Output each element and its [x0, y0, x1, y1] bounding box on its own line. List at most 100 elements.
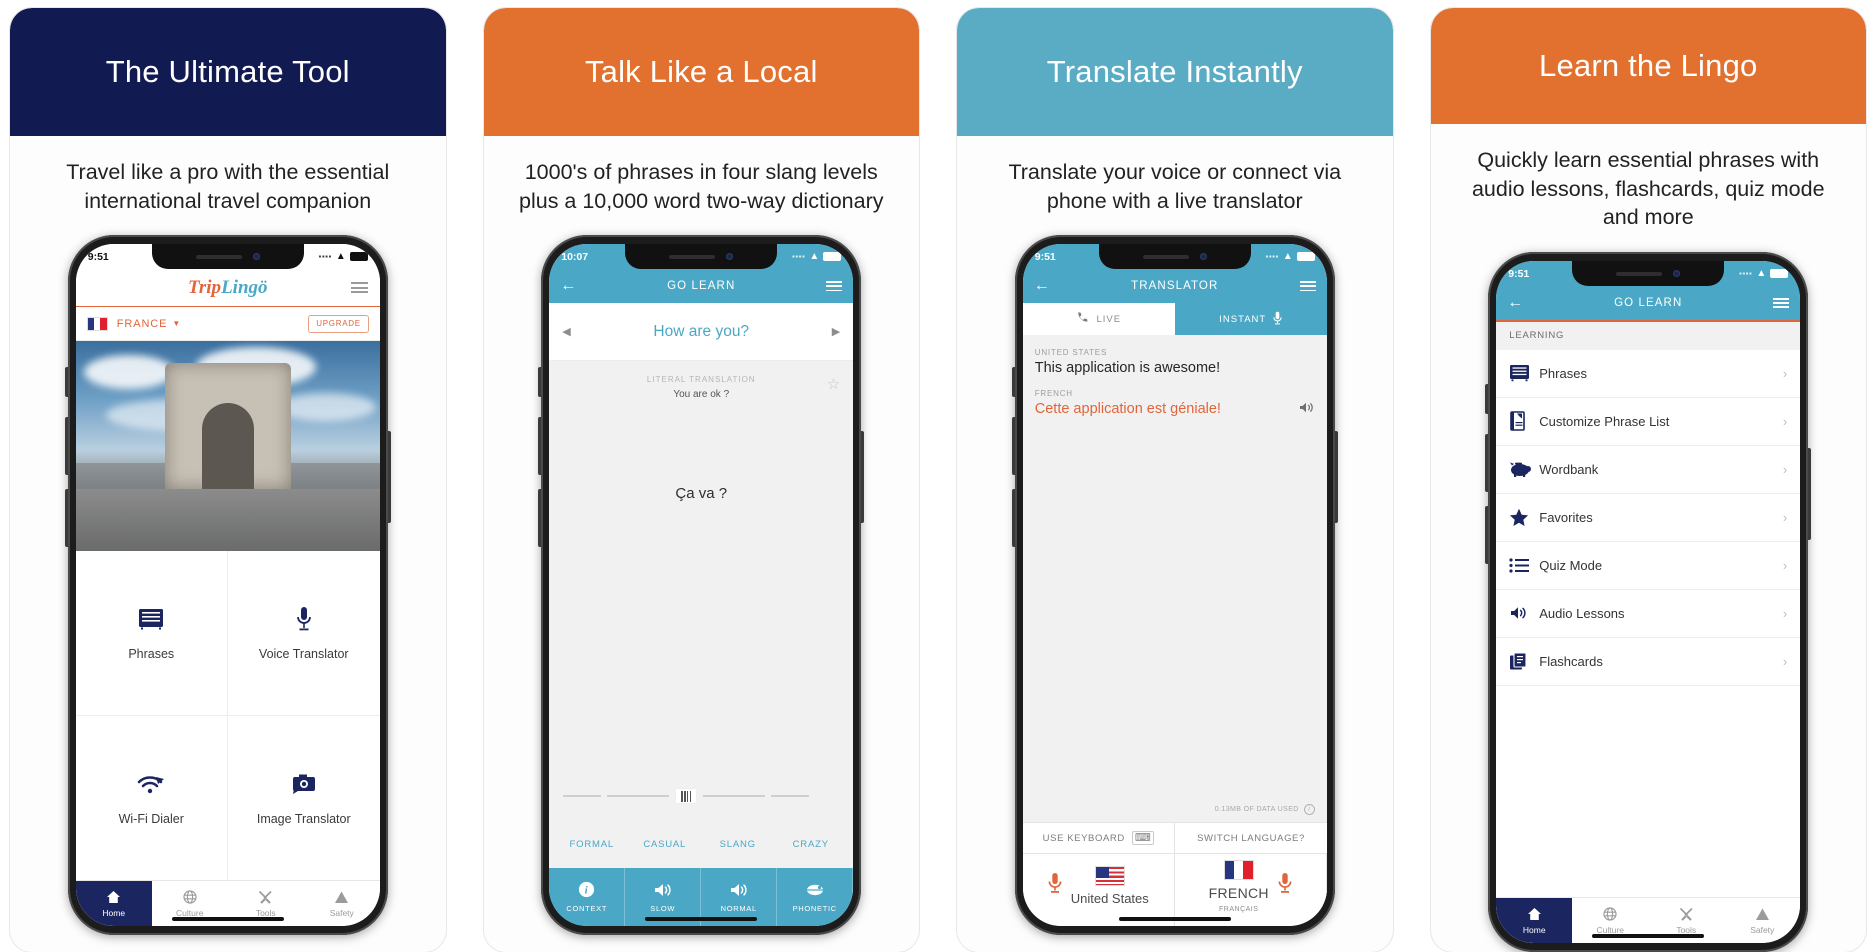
- app-screenshot-card-2: Talk Like a Local 1000's of phrases in f…: [483, 8, 919, 952]
- tab-label: LIVE: [1096, 313, 1122, 325]
- menu-item-label: Phrases: [1539, 365, 1587, 381]
- menu-item-flashcards[interactable]: Flashcards ›: [1496, 638, 1801, 686]
- signal-icon: ▪▪▪▪: [1265, 252, 1279, 262]
- translation-area: Ça va ? FORMAL CASUAL SLANG CRAZY: [549, 413, 854, 869]
- tile-label: Phrases: [128, 646, 175, 661]
- card-banner-3: Translate Instantly: [957, 8, 1393, 136]
- slider-thumb[interactable]: [675, 788, 698, 805]
- microphone-icon[interactable]: [1278, 872, 1292, 900]
- phrase-text: How are you?: [653, 322, 750, 340]
- phone-notch: [1098, 244, 1251, 270]
- card-banner-title: The Ultimate Tool: [105, 54, 350, 89]
- card-subtitle: 1000's of phrases in four slang levels p…: [519, 160, 884, 213]
- home-indicator: [1592, 934, 1705, 938]
- right-language-cell[interactable]: FRENCH FRANÇAIS: [1175, 854, 1327, 927]
- slider-label-formal[interactable]: FORMAL: [555, 839, 628, 850]
- menu-item-phrases[interactable]: Phrases ›: [1496, 350, 1801, 398]
- chevron-right-icon: ›: [1782, 557, 1788, 573]
- hamburger-menu-icon[interactable]: [826, 280, 843, 292]
- france-flag-icon: [1223, 859, 1254, 880]
- menu-item-customize-phrase-list[interactable]: Customize Phrase List ›: [1496, 398, 1801, 446]
- chevron-right-icon: ›: [1782, 509, 1788, 525]
- menu-item-label: Wordbank: [1539, 461, 1599, 477]
- target-text: Cette application est géniale!: [1034, 401, 1221, 418]
- slang-level-slider[interactable]: [549, 788, 853, 805]
- slider-label-slang[interactable]: SLANG: [701, 839, 774, 850]
- slider-label-casual[interactable]: CASUAL: [628, 839, 701, 850]
- speaker-icon: [729, 881, 749, 898]
- conversation-panel: UNITED STATES This application is awesom…: [1022, 335, 1327, 823]
- card-subtitle: Travel like a pro with the essential int…: [66, 160, 390, 213]
- tools-icon: [1679, 907, 1694, 922]
- phone-notch: [625, 244, 778, 270]
- bottom-tab-bar: Home Culture Tools Safety: [1496, 897, 1801, 943]
- chevron-right-icon: ›: [1782, 413, 1788, 429]
- nav-bar: ← GO LEARN: [1496, 286, 1801, 320]
- literal-translation-label: LITERAL TRANSLATION: [646, 374, 756, 384]
- card-banner-1: The Ultimate Tool: [10, 8, 446, 136]
- svg-text:i: i: [585, 885, 589, 897]
- tab-label: Culture: [1596, 924, 1624, 935]
- tile-image-translator[interactable]: Image Translator: [228, 716, 380, 881]
- phrases-icon: [138, 605, 164, 633]
- phone-notch: [151, 244, 304, 270]
- star-icon[interactable]: ☆: [827, 375, 840, 393]
- phone-icon: [1076, 311, 1089, 327]
- tab-live[interactable]: LIVE: [1022, 303, 1175, 336]
- microphone-icon: [296, 605, 312, 633]
- speaker-icon[interactable]: [1299, 401, 1315, 417]
- switch-language-button[interactable]: SWITCH LANGUAGE?: [1175, 823, 1327, 853]
- info-icon[interactable]: i: [1303, 804, 1315, 816]
- tab-safety[interactable]: Safety: [1724, 898, 1800, 943]
- right-language-native-name: FRANÇAIS: [1219, 905, 1259, 913]
- tab-safety[interactable]: Safety: [304, 881, 380, 926]
- upgrade-button[interactable]: UPGRADE: [308, 314, 369, 333]
- warning-icon: [1755, 907, 1770, 922]
- source-language-label: UNITED STATES: [1034, 348, 1108, 358]
- action-context[interactable]: i CONTEXT: [549, 868, 626, 927]
- country-selector-row[interactable]: FRANCE ▼ UPGRADE: [75, 307, 380, 342]
- action-phonetic[interactable]: PHONETIC: [777, 868, 854, 927]
- hamburger-menu-icon[interactable]: [1299, 280, 1316, 292]
- home-indicator: [171, 917, 284, 922]
- card-banner-title: Talk Like a Local: [584, 54, 818, 89]
- wifi-icon: ▲: [1282, 251, 1293, 263]
- tab-instant[interactable]: INSTANT: [1175, 303, 1327, 335]
- menu-item-favorites[interactable]: Favorites ›: [1496, 494, 1801, 542]
- chevron-right-icon: ›: [1782, 365, 1788, 381]
- slang-level-labels: FORMAL CASUAL SLANG CRAZY: [549, 839, 853, 850]
- status-time: 10:07: [561, 250, 589, 263]
- app-screenshot-card-1: The Ultimate Tool Travel like a pro with…: [10, 8, 446, 952]
- microphone-icon[interactable]: [1048, 872, 1062, 900]
- tile-phrases[interactable]: Phrases: [75, 551, 228, 716]
- tile-label: Wi-Fi Dialer: [118, 811, 184, 826]
- left-language-cell[interactable]: United States: [1023, 854, 1175, 927]
- tile-wifi-dialer[interactable]: Wi-Fi Dialer: [76, 715, 228, 881]
- previous-phrase-icon[interactable]: ◀: [562, 325, 570, 338]
- flashcards-icon: [1509, 651, 1539, 671]
- menu-item-quiz-mode[interactable]: Quiz Mode ›: [1496, 542, 1801, 590]
- slider-label-crazy[interactable]: CRAZY: [774, 839, 847, 850]
- keyboard-icon: ⌨: [1131, 831, 1155, 846]
- menu-item-audio-lessons[interactable]: Audio Lessons ›: [1496, 590, 1801, 638]
- menu-item-wordbank[interactable]: Wordbank ›: [1496, 446, 1801, 494]
- france-flag-icon: [86, 316, 108, 331]
- use-keyboard-button[interactable]: USE KEYBOARD ⌨: [1023, 823, 1176, 854]
- menu-item-label: Flashcards: [1539, 653, 1603, 669]
- card-subtitle: Quickly learn essential phrases with aud…: [1471, 148, 1825, 230]
- home-indicator: [1118, 917, 1231, 922]
- phone-mockup-3: 9:51 ▪▪▪▪ ▲ ← TRANSLATOR LIVE INSTANT UN…: [1011, 235, 1338, 936]
- hamburger-menu-icon[interactable]: [1773, 297, 1790, 309]
- nav-title: GO LEARN: [1614, 297, 1683, 309]
- chevron-right-icon: ›: [1782, 605, 1788, 621]
- hamburger-menu-icon[interactable]: [350, 282, 368, 294]
- card-banner-2: Talk Like a Local: [483, 8, 919, 136]
- tab-home[interactable]: Home: [75, 881, 152, 927]
- tab-home[interactable]: Home: [1496, 898, 1573, 943]
- next-phrase-icon[interactable]: ▶: [832, 325, 840, 338]
- translator-mode-tabs: LIVE INSTANT: [1022, 303, 1327, 336]
- logo-lingo: Lingö: [221, 276, 268, 298]
- globe-icon: [183, 890, 197, 905]
- list-icon: [1509, 557, 1539, 573]
- tile-voice-translator[interactable]: Voice Translator: [227, 551, 380, 716]
